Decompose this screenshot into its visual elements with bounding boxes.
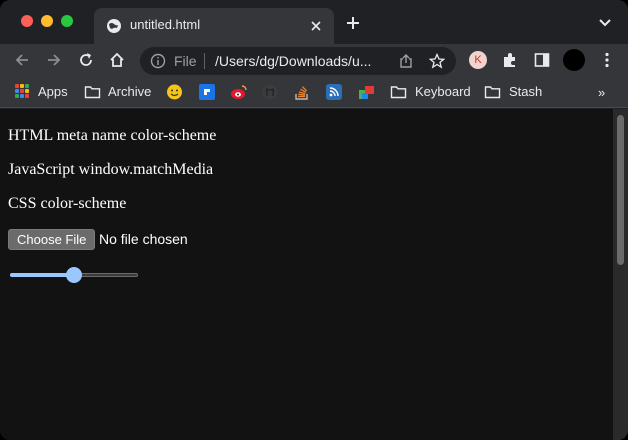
- text-css-color-scheme: CSS color-scheme: [8, 195, 127, 212]
- info-icon[interactable]: [150, 53, 166, 69]
- emoji-icon[interactable]: [166, 84, 183, 100]
- back-icon[interactable]: [13, 51, 31, 69]
- url-scheme-label: File: [174, 53, 197, 69]
- bookmark-archive[interactable]: Archive: [108, 84, 151, 99]
- tab-untitled[interactable]: untitled.html: [94, 8, 334, 44]
- toolbar: File /Users/dg/Downloads/u... K: [0, 44, 628, 76]
- choose-file-button[interactable]: Choose File: [8, 229, 96, 250]
- bookmark-keyboard[interactable]: Keyboard: [415, 84, 471, 99]
- rss-icon[interactable]: [326, 84, 342, 100]
- weibo-icon[interactable]: [230, 84, 248, 100]
- bookmark-apps[interactable]: Apps: [38, 84, 68, 99]
- bookmark-stash[interactable]: Stash: [509, 84, 542, 99]
- new-tab-icon[interactable]: [345, 15, 361, 31]
- folder-icon: [484, 86, 501, 99]
- page-viewport: HTML meta name color-scheme JavaScript w…: [0, 109, 613, 440]
- url-text[interactable]: /Users/dg/Downloads/u...: [215, 53, 371, 69]
- divider: [204, 53, 205, 69]
- bookmark-star-icon[interactable]: [429, 53, 445, 69]
- range-slider[interactable]: [10, 267, 138, 283]
- blue-square-icon[interactable]: [199, 84, 215, 100]
- more-menu-icon[interactable]: [598, 51, 616, 69]
- maximize-window-button[interactable]: [61, 15, 73, 27]
- profile-avatar[interactable]: [563, 49, 585, 71]
- tab-strip: untitled.html: [0, 0, 628, 44]
- home-icon[interactable]: [108, 51, 126, 69]
- side-panel-icon[interactable]: [533, 51, 551, 69]
- globe-icon: [107, 19, 121, 33]
- range-thumb[interactable]: [66, 267, 82, 283]
- text-meta-color-scheme: HTML meta name color-scheme: [8, 127, 217, 144]
- vertical-scrollbar[interactable]: [613, 109, 628, 440]
- text-match-media: JavaScript window.matchMedia: [8, 161, 214, 178]
- share-icon[interactable]: [398, 53, 414, 69]
- apps-grid-icon[interactable]: [15, 84, 29, 98]
- github-icon[interactable]: [262, 84, 278, 100]
- file-status-text: No file chosen: [99, 231, 188, 247]
- browser-window: untitled.html File /Users/dg/Downloads/u…: [0, 0, 628, 440]
- scrollbar-thumb[interactable]: [617, 115, 624, 265]
- folder-icon: [84, 86, 101, 99]
- folder-icon: [390, 86, 407, 99]
- close-window-button[interactable]: [21, 15, 33, 27]
- close-tab-icon[interactable]: [308, 18, 324, 34]
- more-bookmarks-icon[interactable]: »: [598, 85, 605, 100]
- puzzle-app-icon[interactable]: [358, 84, 375, 100]
- extension-profile-k-icon[interactable]: K: [469, 51, 487, 69]
- minimize-window-button[interactable]: [41, 15, 53, 27]
- bookmarks-bar: Apps Archive Keyboard Stash »: [0, 76, 628, 108]
- extensions-puzzle-icon[interactable]: [501, 51, 519, 69]
- stackoverflow-icon[interactable]: [294, 84, 310, 100]
- reload-icon[interactable]: [77, 51, 95, 69]
- tab-title: untitled.html: [130, 17, 201, 32]
- forward-icon[interactable]: [45, 51, 63, 69]
- range-fill: [10, 273, 74, 277]
- address-bar[interactable]: File /Users/dg/Downloads/u...: [140, 47, 456, 75]
- chevron-down-icon[interactable]: [598, 17, 612, 29]
